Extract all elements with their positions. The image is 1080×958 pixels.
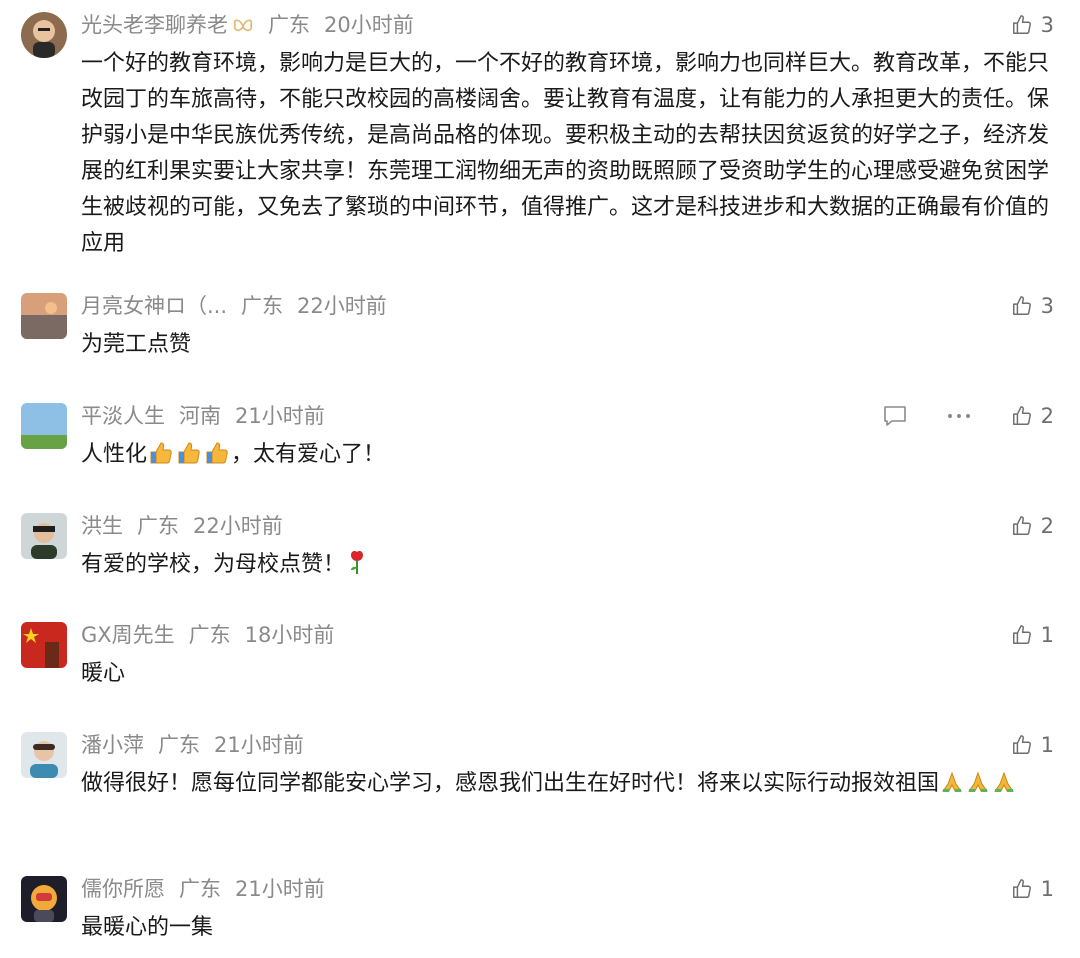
timestamp: 21小时前 (214, 733, 304, 757)
like-button[interactable]: 1 (1011, 877, 1054, 901)
region: 广东 (241, 294, 284, 318)
comment-meta: 光头老李聊养老 广东 20小时前 (81, 12, 414, 41)
like-button[interactable]: 2 (1011, 404, 1054, 428)
like-count: 3 (1040, 294, 1054, 318)
username[interactable]: 潘小萍 (81, 733, 144, 757)
thumbs-up-icon (176, 441, 202, 477)
comment-meta: GX周先生 广东 18小时前 (81, 622, 334, 648)
avatar[interactable] (21, 403, 67, 449)
comment-text: 最暖心的一集 (81, 915, 214, 940)
comment-text-part: ，太有爱心了！ (231, 442, 386, 467)
comment-text-part: 做得很好！愿每位同学都能安心学习，感恩我们出生在好时代！将来以实际行动报效祖国 (81, 771, 940, 796)
like-count: 3 (1040, 13, 1054, 37)
butterfly-badge-icon (232, 15, 254, 41)
comment-meta: 洪生 广东 22小时前 (81, 513, 283, 539)
praying-hands-icon (992, 770, 1016, 806)
avatar[interactable] (21, 622, 67, 668)
comment-meta: 月亮女神ロ（... 广东 22小时前 (81, 293, 387, 319)
thumbs-up-icon (148, 441, 174, 477)
like-count: 2 (1040, 514, 1054, 538)
thumbs-up-outline-icon (1012, 406, 1031, 425)
like-count: 1 (1040, 733, 1054, 757)
thumbs-up-outline-icon (1012, 15, 1031, 34)
region: 广东 (268, 13, 310, 37)
thumbs-up-outline-icon (1012, 296, 1031, 315)
region: 广东 (158, 733, 200, 757)
thumbs-up-outline-icon (1012, 735, 1031, 754)
comment-meta: 潘小萍 广东 21小时前 (81, 732, 304, 758)
timestamp: 20小时前 (324, 13, 414, 37)
avatar[interactable] (21, 12, 67, 58)
like-button[interactable]: 3 (1011, 13, 1054, 37)
region: 广东 (137, 514, 179, 538)
comment-text-part: 人性化 (81, 442, 148, 467)
praying-hands-icon (966, 770, 990, 806)
comment-meta: 平淡人生 河南 21小时前 (81, 403, 325, 429)
timestamp: 21小时前 (235, 877, 325, 901)
comment-text: 一个好的教育环境，影响力是巨大的，一个不好的教育环境，影响力也同样巨大。教育改革… (81, 51, 1050, 256)
timestamp: 22小时前 (297, 294, 387, 318)
comment-text: 人性化 ，太有爱心了！ (81, 437, 1051, 477)
comment-text: 做得很好！愿每位同学都能安心学习，感恩我们出生在好时代！将来以实际行动报效祖国 (81, 766, 1036, 806)
comment-text: 为莞工点赞 (81, 332, 192, 357)
username[interactable]: GX周先生 (81, 623, 175, 647)
timestamp: 18小时前 (244, 623, 335, 647)
username[interactable]: 月亮女神ロ（... (81, 294, 227, 318)
avatar[interactable] (21, 876, 67, 922)
like-button[interactable]: 1 (1011, 623, 1054, 647)
username[interactable]: 洪生 (81, 514, 123, 538)
username[interactable]: 儒你所愿 (81, 877, 165, 901)
thumbs-up-outline-icon (1012, 879, 1031, 898)
username[interactable]: 光头老李聊养老 (81, 13, 228, 37)
like-count: 2 (1040, 404, 1054, 428)
region: 河南 (179, 404, 221, 428)
like-count: 1 (1040, 877, 1054, 901)
avatar[interactable] (21, 732, 67, 778)
region: 广东 (188, 623, 231, 647)
praying-hands-icon (940, 770, 964, 806)
region: 广东 (179, 877, 221, 901)
avatar[interactable] (21, 513, 67, 559)
more-icon[interactable] (947, 413, 971, 419)
like-button[interactable]: 1 (1011, 733, 1054, 757)
reply-icon[interactable] (883, 405, 907, 427)
comment-text: 有爱的学校，为母校点赞！ (81, 547, 1051, 587)
like-button[interactable]: 2 (1011, 514, 1054, 538)
comment-meta: 儒你所愿 广东 21小时前 (81, 876, 325, 902)
thumbs-up-icon (204, 441, 230, 477)
rose-icon (346, 549, 368, 587)
timestamp: 22小时前 (193, 514, 283, 538)
username[interactable]: 平淡人生 (81, 404, 165, 428)
timestamp: 21小时前 (235, 404, 325, 428)
comment-text-part: 有爱的学校，为母校点赞！ (81, 552, 346, 577)
thumbs-up-outline-icon (1012, 625, 1031, 644)
like-count: 1 (1040, 623, 1054, 647)
like-button[interactable]: 3 (1011, 294, 1054, 318)
thumbs-up-outline-icon (1012, 516, 1031, 535)
comment-text: 暖心 (81, 661, 126, 686)
avatar[interactable] (21, 293, 67, 339)
